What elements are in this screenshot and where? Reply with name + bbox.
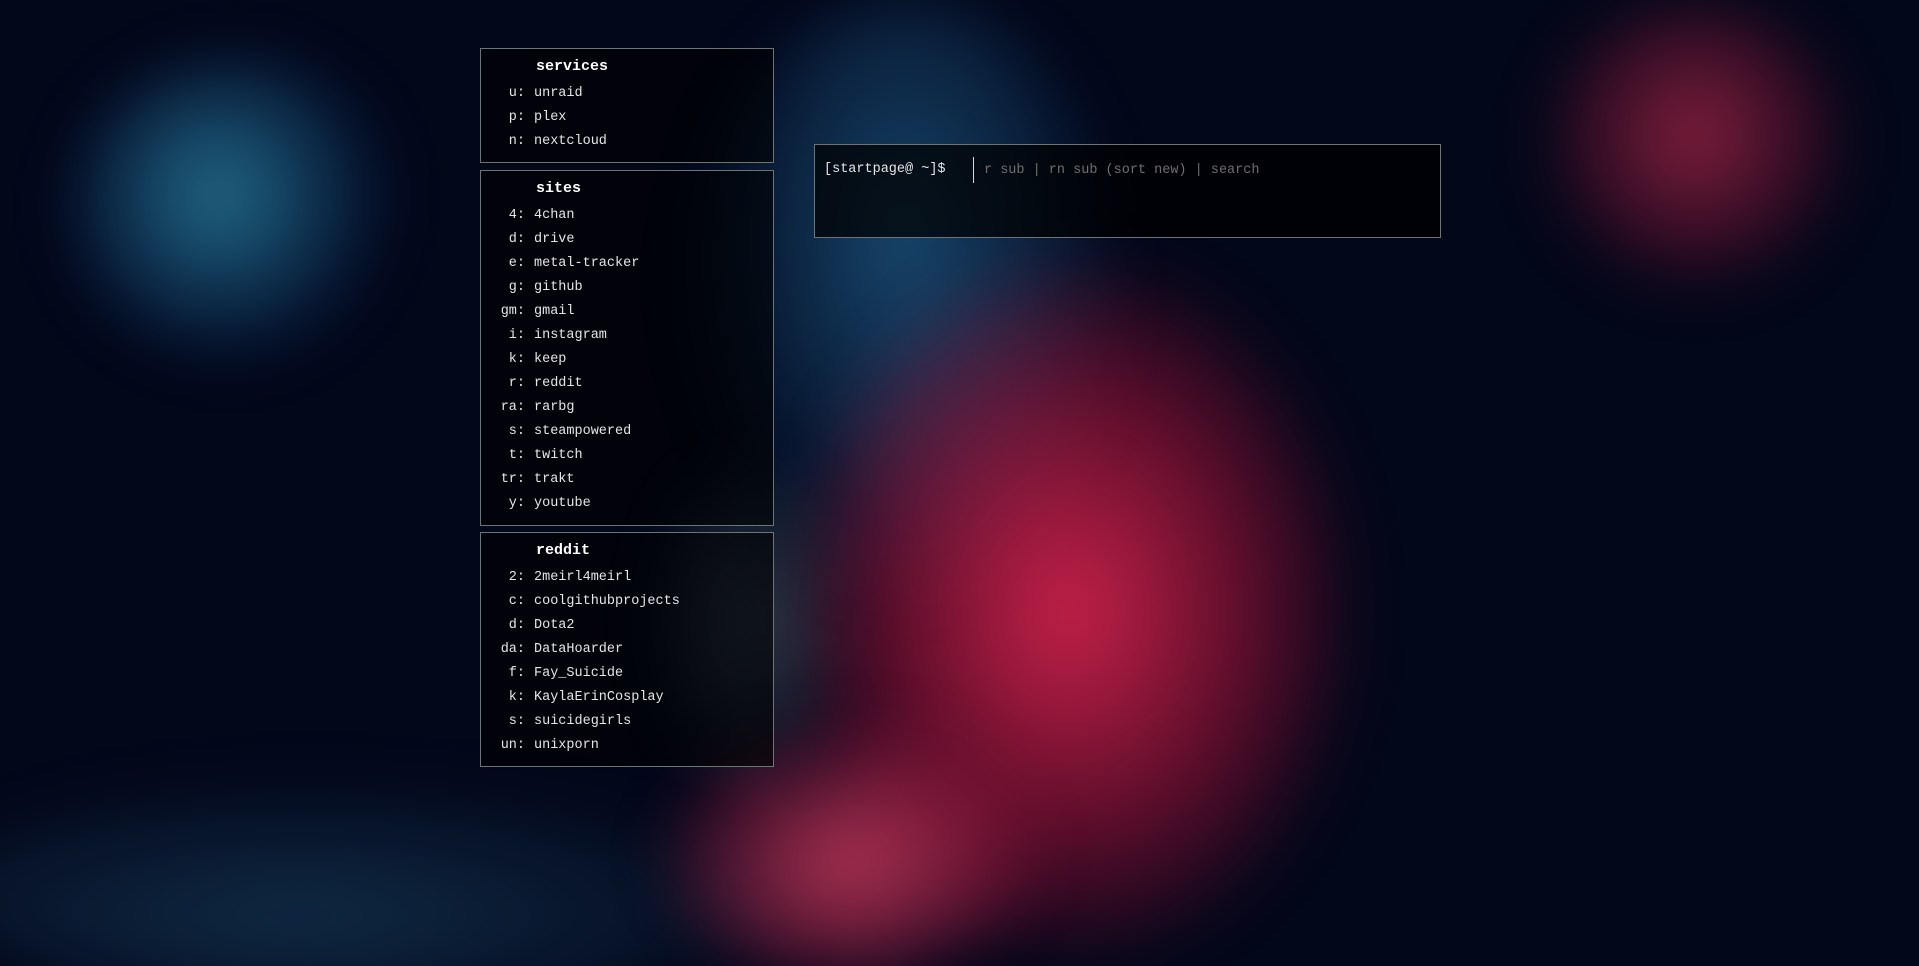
reddit-panel: reddit 2: 2meirl4meirl c: coolgithubproject… [480,532,774,767]
shortcut-key: ra: [500,399,525,415]
link-label[interactable]: 4chan [534,208,575,223]
link-item[interactable]: tr: trakt [481,467,773,491]
command-input[interactable] [973,157,1434,183]
terminal-box: [startpage@ ~]$ [814,144,1441,238]
shortcut-key: k: [508,351,525,367]
link-item[interactable]: s: suicidegirls [481,709,773,733]
link-label[interactable]: reddit [534,376,583,391]
shortcut-key: p: [508,109,525,125]
link-label[interactable]: gmail [534,304,575,319]
link-item[interactable]: f: Fay_Suicide [481,661,773,685]
link-label[interactable]: youtube [534,496,591,511]
link-item[interactable]: 4: 4chan [481,203,773,227]
link-label[interactable]: keep [534,352,566,367]
shortcut-key: u: [508,85,525,101]
link-item[interactable]: r: reddit [481,371,773,395]
link-label[interactable]: github [534,280,583,295]
link-item[interactable]: 2: 2meirl4meirl [481,565,773,589]
shortcut-key: s: [508,423,525,439]
link-item[interactable]: i: instagram [481,323,773,347]
link-label[interactable]: coolgithubprojects [534,594,680,609]
link-item[interactable]: d: Dota2 [481,613,773,637]
shortcut-key: tr: [500,471,525,487]
shortcut-key: s: [508,713,525,729]
link-item[interactable]: s: steampowered [481,419,773,443]
shortcut-key: g: [508,279,525,295]
link-item[interactable]: k: keep [481,347,773,371]
link-label[interactable]: nextcloud [534,134,607,149]
link-label[interactable]: drive [534,232,575,247]
link-label[interactable]: 2meirl4meirl [534,570,631,585]
link-item[interactable]: p: plex [481,105,773,129]
terminal-prompt: [startpage@ ~]$ [824,162,946,177]
link-label[interactable]: twitch [534,448,583,463]
link-item[interactable]: y: youtube [481,491,773,515]
link-item[interactable]: da: DataHoarder [481,637,773,661]
link-item[interactable]: un: unixporn [481,733,773,757]
link-label[interactable]: plex [534,110,566,125]
link-label[interactable]: suicidegirls [534,714,631,729]
shortcut-key: i: [508,327,525,343]
panel-title: services [536,58,609,75]
shortcut-key: 4: [508,207,525,223]
link-item[interactable]: c: coolgithubprojects [481,589,773,613]
shortcut-key: c: [508,593,525,609]
shortcut-key: d: [508,617,525,633]
link-label[interactable]: instagram [534,328,607,343]
link-label[interactable]: steampowered [534,424,631,439]
shortcut-key: e: [508,255,525,271]
sites-panel: sites 4: 4chan d: drive e: metal-tracker g: git… [480,170,774,526]
shortcut-key: k: [508,689,525,705]
link-item[interactable]: k: KaylaErinCosplay [481,685,773,709]
link-label[interactable]: metal-tracker [534,256,639,271]
link-item[interactable]: t: twitch [481,443,773,467]
link-label[interactable]: DataHoarder [534,642,623,657]
panel-title: sites [536,180,582,197]
shortcut-key: f: [508,665,525,681]
services-panel: services u: unraid p: plex n: nextcloud [480,48,774,163]
shortcut-key: n: [508,133,525,149]
link-item[interactable]: gm: gmail [481,299,773,323]
shortcut-key: y: [508,495,525,511]
panel-title: reddit [536,542,591,559]
link-item[interactable]: d: drive [481,227,773,251]
shortcut-key: da: [500,641,525,657]
link-item[interactable]: n: nextcloud [481,129,773,153]
link-label[interactable]: trakt [534,472,575,487]
link-label[interactable]: unixporn [534,738,599,753]
link-item[interactable]: e: metal-tracker [481,251,773,275]
shortcut-key: 2: [508,569,525,585]
shortcut-key: gm: [500,303,525,319]
link-label[interactable]: Dota2 [534,618,575,633]
link-label[interactable]: KaylaErinCosplay [534,690,664,705]
link-label[interactable]: Fay_Suicide [534,666,623,681]
shortcut-key: d: [508,231,525,247]
link-item[interactable]: u: unraid [481,81,773,105]
shortcut-key: t: [508,447,525,463]
link-item[interactable]: g: github [481,275,773,299]
link-item[interactable]: ra: rarbg [481,395,773,419]
link-label[interactable]: rarbg [534,400,575,415]
shortcut-key: un: [500,737,525,753]
shortcut-key: r: [508,375,525,391]
link-label[interactable]: unraid [534,86,583,101]
